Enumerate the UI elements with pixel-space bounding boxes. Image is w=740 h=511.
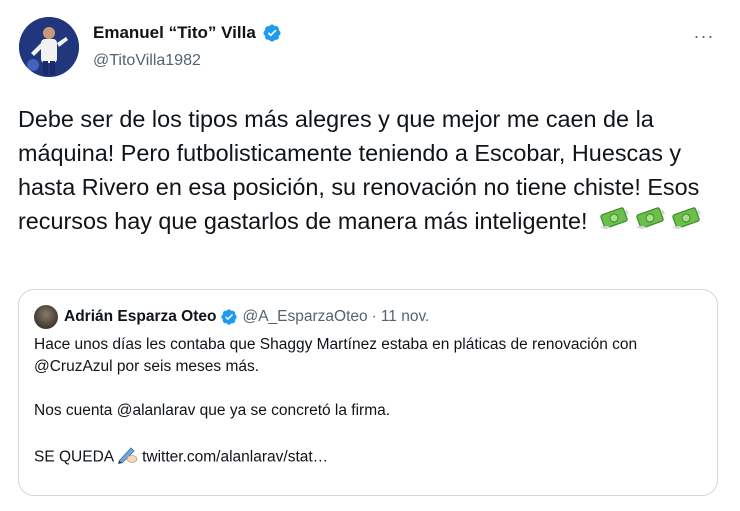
quoted-author-handle[interactable]: @A_EsparzaOteo xyxy=(242,308,367,326)
tweet: Emanuel “Tito” Villa @TitoVilla1982 ··· … xyxy=(0,0,740,511)
tweet-text: Debe ser de los tipos más alegres y que … xyxy=(18,102,728,240)
author-block: Emanuel “Tito” Villa @TitoVilla1982 xyxy=(93,22,282,71)
quoted-paragraph-1: Hace unos días les contaba que Shaggy Ma… xyxy=(34,336,638,375)
quoted-truncated-link[interactable]: twitter.com/alanlarav/stat… xyxy=(142,449,328,466)
quoted-author-avatar[interactable] xyxy=(34,305,58,329)
author-handle[interactable]: @TitoVilla1982 xyxy=(93,51,282,71)
quoted-tweet-timestamp[interactable]: 11 nov. xyxy=(381,308,430,326)
quoted-se-queda-text: SE QUEDA xyxy=(34,448,115,466)
verified-badge-icon xyxy=(262,23,282,43)
quoted-tweet-header: Adrián Esparza Oteo @A_EsparzaOteo · 11 … xyxy=(34,305,429,329)
verified-badge-icon xyxy=(220,308,238,326)
writing-hand-icon xyxy=(116,444,138,471)
quoted-paragraph-3: SE QUEDA twitter.com/alanlarav/stat… xyxy=(34,444,694,471)
money-with-wings-icon xyxy=(634,205,666,240)
author-avatar[interactable] xyxy=(19,17,79,77)
quoted-author-name[interactable]: Adrián Esparza Oteo xyxy=(64,308,216,326)
more-options-button[interactable]: ··· xyxy=(691,26,717,46)
money-with-wings-icon xyxy=(598,205,630,240)
quoted-tweet[interactable]: Adrián Esparza Oteo @A_EsparzaOteo · 11 … xyxy=(18,289,718,496)
money-with-wings-icon xyxy=(670,205,702,240)
quoted-paragraph-2: Nos cuenta @alanlarav que ya se concretó… xyxy=(34,402,391,419)
author-display-name[interactable]: Emanuel “Tito” Villa xyxy=(93,22,256,44)
quoted-header-separator: · xyxy=(371,308,377,325)
more-options-icon: ··· xyxy=(693,25,715,46)
quoted-tweet-body: Hace unos días les contaba que Shaggy Ma… xyxy=(34,334,694,471)
